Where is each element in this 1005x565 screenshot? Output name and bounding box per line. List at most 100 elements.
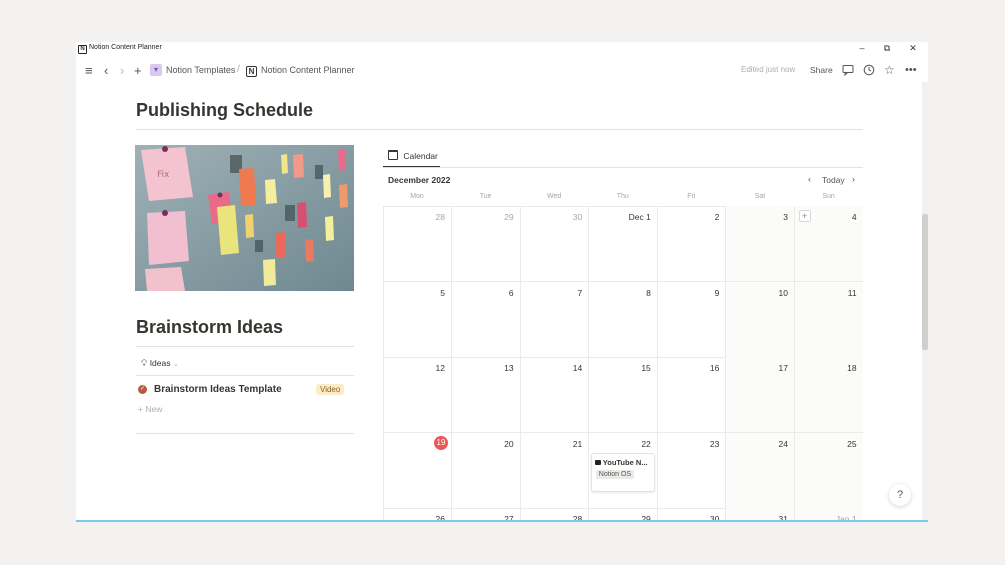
day-number: Dec 1: [628, 212, 651, 222]
ideas-header-divider: [136, 375, 354, 376]
calendar-day-cell[interactable]: 7: [520, 281, 590, 358]
day-number: 12: [435, 363, 445, 374]
ideas-view-label: Ideas: [149, 358, 171, 368]
sticky-notes-image: Fix: [135, 145, 354, 291]
today-button[interactable]: Today: [822, 175, 845, 185]
calendar-day-cell[interactable]: 8: [588, 281, 658, 358]
day-number: 13: [504, 363, 514, 374]
calendar-day-cell[interactable]: 11: [794, 281, 863, 358]
minimize-button[interactable]: –: [856, 43, 868, 53]
calendar-day-cell[interactable]: 23: [657, 432, 727, 509]
day-number: 14: [572, 363, 583, 374]
calendar-day-cell[interactable]: 22 YouTube N... Notion OS: [588, 432, 658, 509]
notion-icon: N: [246, 66, 257, 77]
calendar-day-cell[interactable]: 20: [451, 432, 521, 509]
day-number: 3: [783, 212, 788, 222]
forward-icon[interactable]: ›: [120, 63, 124, 78]
day-number: 15: [641, 363, 651, 374]
calendar-day-cell[interactable]: 14: [520, 357, 590, 434]
calendar-day-cell[interactable]: 30: [520, 206, 590, 282]
previous-month-icon[interactable]: ‹: [808, 174, 811, 184]
idea-row-title[interactable]: Brainstorm Ideas Template: [154, 384, 282, 395]
day-number: 22: [641, 438, 651, 449]
day-number: 7: [577, 287, 583, 298]
weekday-label: Thu: [616, 193, 629, 200]
chevron-down-icon: ⌄: [172, 361, 179, 368]
breadcrumb-separator: /: [237, 64, 240, 75]
next-month-icon[interactable]: ›: [852, 174, 855, 184]
ideas-view-tab[interactable]: 💡︎ Ideas ⌄: [141, 358, 179, 369]
plus-icon: +: [138, 404, 143, 414]
title-bar: N Notion Content Planner – ⧉ ✕: [76, 42, 928, 57]
day-number: 6: [508, 287, 514, 298]
breadcrumb-notion-templates[interactable]: Notion Templates: [166, 65, 235, 75]
window-title: Notion Content Planner: [89, 44, 162, 51]
weekday-label: Wed: [547, 193, 562, 200]
calendar-day-cell[interactable]: 4 +: [794, 206, 863, 282]
event-tag: Notion OS: [595, 469, 635, 479]
brainstorm-divider: [136, 346, 354, 347]
calendar-day-cell[interactable]: 6: [451, 281, 521, 358]
calendar-day-cell[interactable]: 24: [726, 432, 795, 509]
new-row-button[interactable]: + New: [138, 404, 162, 414]
checkmark-badge-icon: ✓: [138, 385, 147, 394]
calendar-day-cell[interactable]: 29: [451, 206, 521, 282]
calendar-day-cell[interactable]: 25: [794, 432, 863, 509]
restore-button[interactable]: ⧉: [881, 43, 893, 54]
top-toolbar: ≡ ‹ › + ▾ Notion Templates / N Notion Co…: [76, 60, 928, 82]
close-button[interactable]: ✕: [907, 43, 919, 54]
calendar-day-cell[interactable]: 16: [657, 357, 727, 434]
day-number: 30: [572, 212, 583, 222]
calendar-day-cell[interactable]: 5: [383, 281, 452, 358]
day-number: 20: [504, 438, 514, 449]
day-number: 17: [778, 363, 788, 374]
calendar-day-cell[interactable]: 18: [794, 357, 863, 434]
favorite-star-icon[interactable]: ☆: [884, 63, 895, 77]
new-page-icon[interactable]: +: [134, 63, 142, 78]
back-icon[interactable]: ‹: [104, 63, 108, 78]
weekday-label: Sat: [754, 193, 766, 200]
day-number: 16: [709, 363, 720, 374]
calendar-grid: 28 29 30 Dec 1 2 3 4 +5 6 7 8 9 10 11 12 13 14 15 16 17 18 19…: [383, 206, 863, 522]
notion-logo-icon: N: [78, 45, 87, 54]
calendar-day-cell[interactable]: 21: [520, 432, 590, 509]
day-number: 23: [709, 438, 720, 449]
calendar-day-cell[interactable]: 19: [383, 432, 452, 509]
lightbulb-icon: 💡︎: [141, 358, 148, 368]
calendar-day-cell[interactable]: Dec 1: [588, 206, 658, 282]
calendar-month: December 2022: [388, 175, 451, 185]
event-title: YouTube N...: [602, 457, 648, 467]
calendar-day-cell[interactable]: 28: [383, 206, 452, 282]
calendar-view-tab[interactable]: Calendar: [388, 150, 438, 161]
more-icon[interactable]: •••: [905, 64, 917, 76]
calendar-day-cell[interactable]: 3: [726, 206, 795, 282]
day-number: 4: [851, 212, 857, 222]
menu-icon[interactable]: ≡: [85, 63, 93, 78]
calendar-day-cell[interactable]: 15: [588, 357, 658, 434]
calendar-day-cell[interactable]: 9: [657, 281, 727, 358]
history-icon[interactable]: [863, 64, 875, 79]
publishing-schedule-heading: Publishing Schedule: [136, 100, 314, 120]
youtube-icon: [594, 460, 601, 466]
event-title-row: YouTube N...: [594, 457, 648, 467]
breadcrumb-content-planner[interactable]: Notion Content Planner: [261, 65, 355, 75]
day-number: 18: [847, 363, 857, 374]
weekday-label: Fri: [687, 193, 696, 200]
weekday-label: Mon: [410, 193, 424, 200]
comments-icon[interactable]: [842, 64, 854, 79]
share-button[interactable]: Share: [810, 65, 833, 75]
calendar-day-cell[interactable]: 10: [726, 281, 795, 358]
scrollbar-thumb[interactable]: [922, 214, 928, 350]
calendar-day-cell[interactable]: 13: [451, 357, 521, 434]
day-number: 21: [572, 438, 583, 449]
event-card[interactable]: YouTube N... Notion OS: [590, 452, 655, 492]
brainstorm-ideas-heading: Brainstorm Ideas: [136, 317, 284, 337]
add-event-icon[interactable]: +: [798, 210, 811, 222]
calendar-day-cell[interactable]: 12: [383, 357, 452, 434]
day-number: 9: [714, 287, 720, 298]
help-button[interactable]: ?: [889, 484, 911, 506]
day-number: 28: [435, 212, 445, 222]
weekday-label: Tue: [479, 193, 492, 200]
calendar-day-cell[interactable]: 2: [657, 206, 727, 282]
calendar-day-cell[interactable]: 17: [726, 357, 795, 434]
